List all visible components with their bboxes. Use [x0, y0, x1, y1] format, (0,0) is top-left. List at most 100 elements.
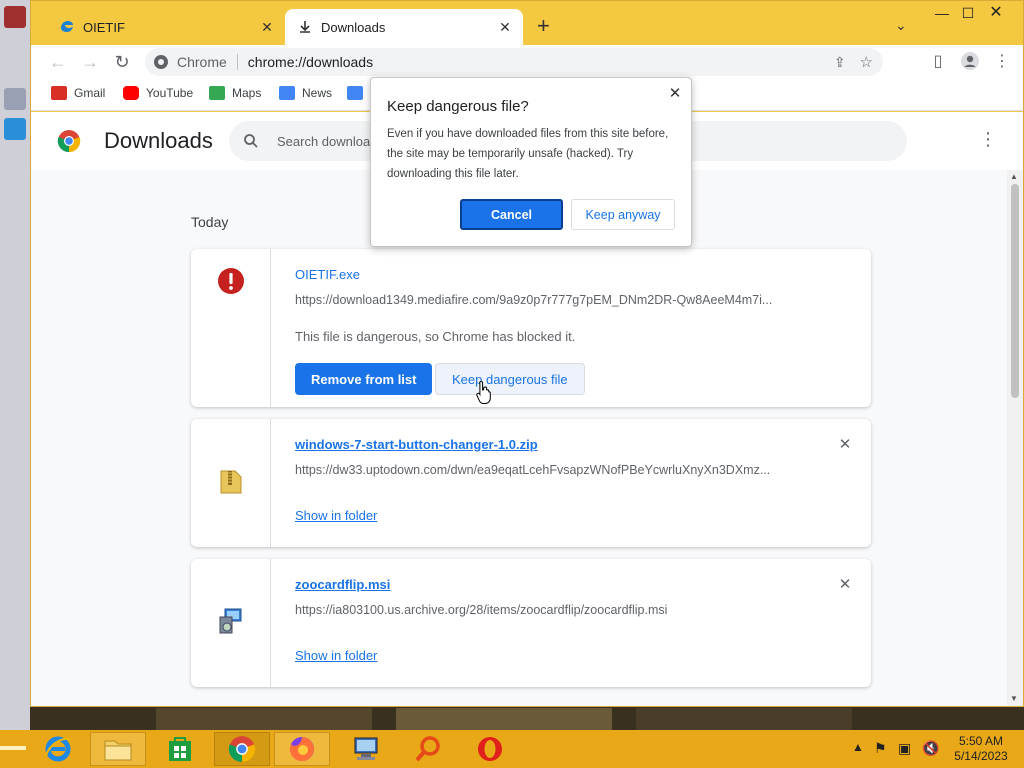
danger-warning-icon — [218, 268, 244, 294]
download-card-dangerous: OIETIF.exe https://download1349.mediafir… — [191, 249, 871, 407]
tab-oietif[interactable]: OIETIF ✕ — [41, 9, 285, 45]
volume-muted-icon[interactable]: 🔇 — [922, 740, 939, 757]
bookmark-maps[interactable]: Maps — [209, 86, 261, 100]
chrome-logo-icon — [57, 130, 81, 153]
menu-kebab-icon[interactable]: ⋮ — [991, 51, 1013, 73]
tab-title: Downloads — [321, 19, 386, 35]
bookmark-translate[interactable] — [347, 86, 370, 100]
edge-favicon-icon — [59, 19, 75, 35]
hand-cursor-icon — [476, 380, 491, 404]
tab-close-icon[interactable]: ✕ — [497, 19, 513, 35]
card-icon-column — [191, 419, 271, 547]
keep-dangerous-file-dialog: Keep dangerous file? ✕ Even if you have … — [370, 77, 692, 247]
desktop-wallpaper-segment — [636, 708, 852, 730]
browser-toolbar: ← → ↻ Chrome chrome://downloads ⇪ ☆ ▯ ⋮ — [31, 45, 1023, 79]
tab-close-icon[interactable]: ✕ — [259, 19, 275, 35]
profile-avatar-icon[interactable] — [959, 51, 981, 73]
remove-from-list-button[interactable]: Remove from list — [295, 363, 433, 395]
download-source-url: https://dw33.uptodown.com/dwn/ea9eqatLce… — [295, 463, 771, 477]
download-source-url: https://download1349.mediafire.com/9a9z0… — [295, 293, 773, 307]
scroll-down-icon[interactable]: ▼ — [1010, 694, 1018, 703]
keep-dangerous-file-button[interactable]: Keep dangerous file — [435, 363, 585, 395]
desktop-background-strip — [30, 706, 1024, 730]
youtube-icon — [123, 86, 139, 100]
desktop-app-icon — [4, 118, 26, 140]
bookmark-star-icon[interactable]: ☆ — [860, 53, 873, 71]
download-card: zoocardflip.msi ✕ https://ia803100.us.ar… — [191, 559, 871, 687]
address-bar[interactable]: Chrome chrome://downloads ⇪ ☆ — [145, 48, 883, 76]
maximize-button[interactable]: ☐ — [953, 3, 983, 23]
clock-time: 5:50 AM — [958, 734, 1004, 748]
page-scrollbar[interactable]: ▲ ▼ — [1007, 170, 1023, 706]
scrollbar-thumb[interactable] — [1011, 184, 1019, 398]
start-edge-icon[interactable] — [0, 746, 26, 750]
tab-search-chevron-down-icon[interactable]: ⌄ — [895, 17, 907, 34]
taskbar-opera-icon[interactable] — [462, 732, 518, 766]
show-in-folder-link[interactable]: Show in folder — [295, 648, 377, 663]
maps-icon — [209, 86, 225, 100]
show-in-folder-link[interactable]: Show in folder — [295, 508, 377, 523]
tab-title: OIETIF — [83, 19, 125, 35]
desktop-app-icon — [4, 6, 26, 28]
bookmark-label: YouTube — [146, 86, 194, 100]
dialog-close-icon[interactable]: ✕ — [665, 84, 685, 104]
gmail-icon — [51, 86, 67, 100]
taskbar-store-icon[interactable] — [152, 732, 208, 766]
bookmark-label: Gmail — [74, 86, 106, 100]
chrome-site-icon — [153, 54, 169, 70]
browser-window: OIETIF ✕ Downloads ✕ + ⌄ — ☐ ✕ ← → ↻ Chr… — [30, 0, 1024, 707]
share-icon[interactable]: ⇪ — [834, 54, 846, 71]
remove-download-close-icon[interactable]: ✕ — [835, 575, 855, 595]
dialog-cancel-button[interactable]: Cancel — [460, 199, 563, 230]
taskbar-file-explorer-icon[interactable] — [90, 732, 146, 766]
download-status-text: This file is dangerous, so Chrome has bl… — [295, 329, 576, 344]
taskbar-chrome-icon[interactable] — [214, 732, 270, 766]
download-file-link[interactable]: windows-7-start-button-changer-1.0.zip — [295, 437, 538, 452]
side-panel-icon[interactable]: ▯ — [927, 51, 949, 73]
tab-strip: OIETIF ✕ Downloads ✕ + ⌄ — ☐ ✕ — [31, 1, 1023, 45]
card-icon-column — [191, 249, 271, 407]
taskbar-ie-icon[interactable] — [30, 732, 86, 766]
msi-installer-icon — [219, 608, 242, 634]
download-card: windows-7-start-button-changer-1.0.zip ✕… — [191, 419, 871, 547]
bookmark-news[interactable]: News — [279, 86, 332, 100]
remove-download-close-icon[interactable]: ✕ — [835, 435, 855, 455]
news-icon — [279, 86, 295, 100]
dialog-keep-anyway-button[interactable]: Keep anyway — [571, 199, 675, 230]
bookmark-youtube[interactable]: YouTube — [123, 86, 193, 100]
download-source-url: https://ia803100.us.archive.org/28/items… — [295, 603, 668, 617]
new-tab-button[interactable]: + — [537, 15, 550, 37]
clock-date: 5/14/2023 — [954, 749, 1008, 763]
bookmark-gmail[interactable]: Gmail — [51, 86, 105, 100]
close-window-button[interactable]: ✕ — [981, 3, 1011, 23]
search-placeholder: Search downloads — [277, 133, 384, 149]
bookmark-label: Maps — [232, 86, 262, 100]
taskbar-clock[interactable]: 5:50 AM 5/14/2023 — [946, 734, 1016, 764]
download-file-link[interactable]: zoocardflip.msi — [295, 577, 390, 592]
desktop-app-icon — [4, 88, 26, 110]
tab-downloads[interactable]: Downloads ✕ — [285, 9, 523, 45]
downloads-menu-kebab-icon[interactable]: ⋮ — [979, 130, 997, 148]
taskbar-firefox-icon[interactable] — [274, 732, 330, 766]
back-arrow-icon[interactable]: ← — [47, 51, 69, 73]
address-origin: Chrome — [177, 54, 227, 70]
scroll-up-icon[interactable]: ▲ — [1010, 172, 1018, 181]
dialog-message: Even if you have downloaded files from t… — [387, 128, 669, 180]
bookmark-label: News — [302, 86, 333, 100]
windows-taskbar: ▲ ⚑ ▣ 🔇 5:50 AM 5/14/2023 — [0, 730, 1024, 768]
forward-arrow-icon[interactable]: → — [79, 51, 101, 73]
dialog-title: Keep dangerous file? — [387, 98, 529, 115]
translate-icon — [347, 86, 363, 100]
network-icon[interactable]: ▣ — [898, 740, 911, 757]
show-hidden-icons-chevron-up-icon[interactable]: ▲ — [852, 740, 864, 754]
action-center-flag-icon[interactable]: ⚑ — [874, 740, 887, 757]
taskbar-computer-icon[interactable] — [338, 732, 394, 766]
reload-icon[interactable]: ↻ — [111, 51, 133, 73]
taskbar-search-magnifier-icon[interactable] — [400, 732, 456, 766]
section-date-label: Today — [191, 214, 229, 230]
desktop-left-edge — [0, 0, 30, 730]
page-title: Downloads — [104, 128, 213, 153]
address-separator — [236, 54, 238, 70]
zip-folder-icon — [220, 470, 242, 494]
card-icon-column — [191, 559, 271, 687]
